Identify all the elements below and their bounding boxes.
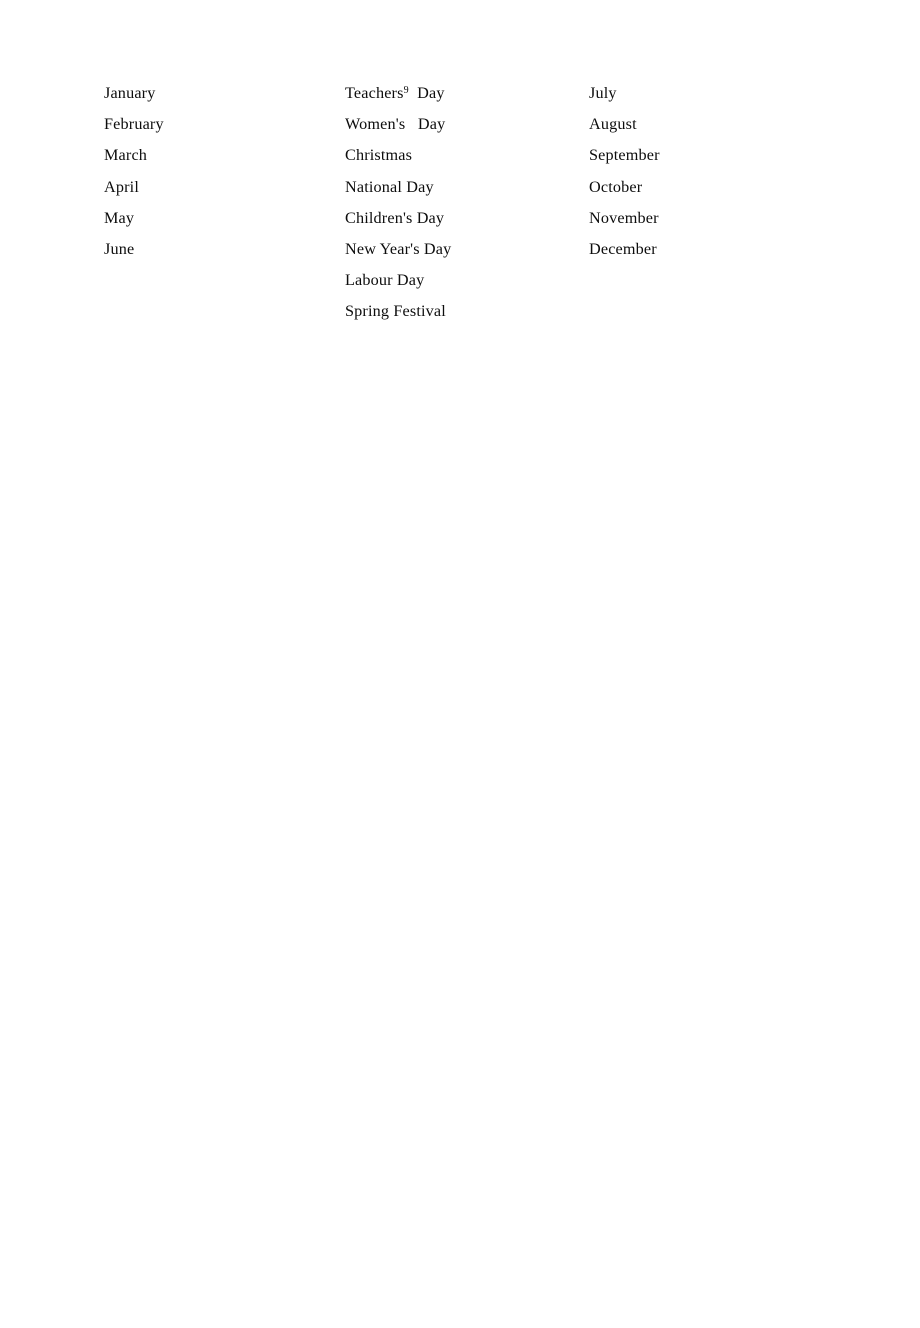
column-holidays: Teachers9 Day Women's Day Christmas Nati…	[345, 78, 585, 328]
list-item: National Day	[345, 177, 434, 196]
list-item: Spring Festival	[345, 302, 446, 321]
list-item: Labour Day	[345, 271, 425, 290]
list-item: Women's Day	[345, 115, 446, 134]
list-item: November	[589, 208, 659, 227]
document-page: January February March April May June Te…	[0, 0, 920, 1328]
list-item: October	[589, 177, 643, 196]
list-item: June	[104, 239, 135, 258]
list-item: December	[589, 239, 657, 258]
column-months-second-half: July August September October November D…	[589, 78, 839, 265]
list-item-text-tail: Day	[408, 84, 445, 102]
list-item: Teachers9 Day	[345, 78, 585, 109]
list-item: September	[589, 146, 660, 165]
list-item: February	[104, 115, 164, 134]
list-item: January	[104, 84, 156, 102]
list-item: July	[589, 84, 617, 102]
list-item-text: Teachers	[345, 84, 404, 102]
list-item: Christmas	[345, 146, 413, 165]
list-item: New Year's Day	[345, 239, 452, 258]
list-item: August	[589, 115, 637, 134]
list-item: April	[104, 177, 139, 196]
list-item: March	[104, 146, 148, 165]
list-item: May	[104, 208, 135, 227]
column-months-first-half: January February March April May June	[104, 78, 334, 265]
list-item: Children's Day	[345, 208, 445, 227]
